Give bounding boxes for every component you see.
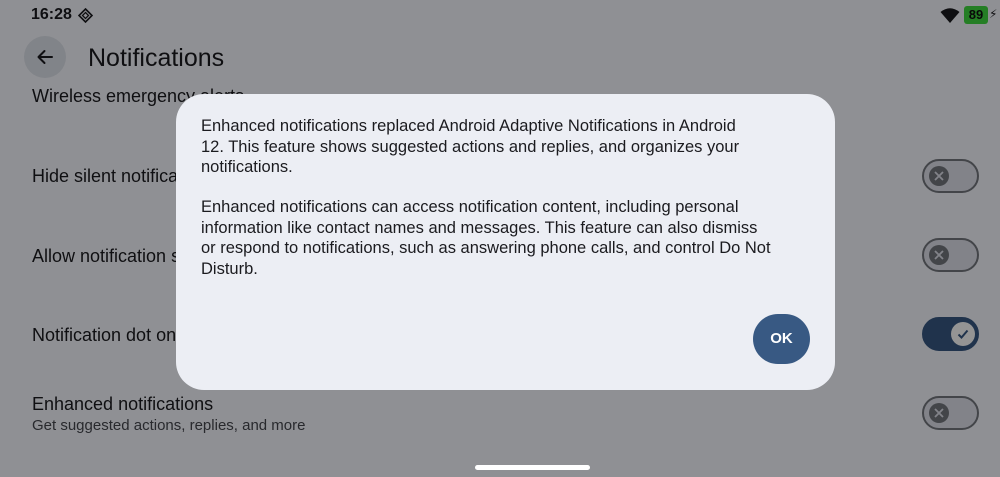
dialog-line: Disturb.: [201, 259, 258, 278]
dialog-line: or respond to notifications, such as ans…: [201, 239, 771, 257]
enhanced-notifications-dialog: Enhanced notifications replaced Android …: [176, 94, 835, 390]
dialog-line: information like contact names and messa…: [201, 218, 758, 237]
gesture-navigation-bar[interactable]: [475, 465, 590, 470]
dialog-paragraph-2: Enhanced notifications can access notifi…: [201, 197, 811, 279]
ok-button[interactable]: OK: [753, 314, 810, 364]
dialog-line: Enhanced notifications replaced Android …: [201, 117, 736, 135]
dialog-line: 12. This feature shows suggested actions…: [201, 137, 740, 156]
dialog-line: Enhanced notifications can access notifi…: [201, 198, 739, 216]
dialog-paragraph-1: Enhanced notifications replaced Android …: [201, 116, 811, 178]
notifications-settings-screen: 16:28 89 ⚡ Notifications Wireless emerge…: [0, 0, 1000, 477]
dialog-line: notifications.: [201, 158, 293, 176]
